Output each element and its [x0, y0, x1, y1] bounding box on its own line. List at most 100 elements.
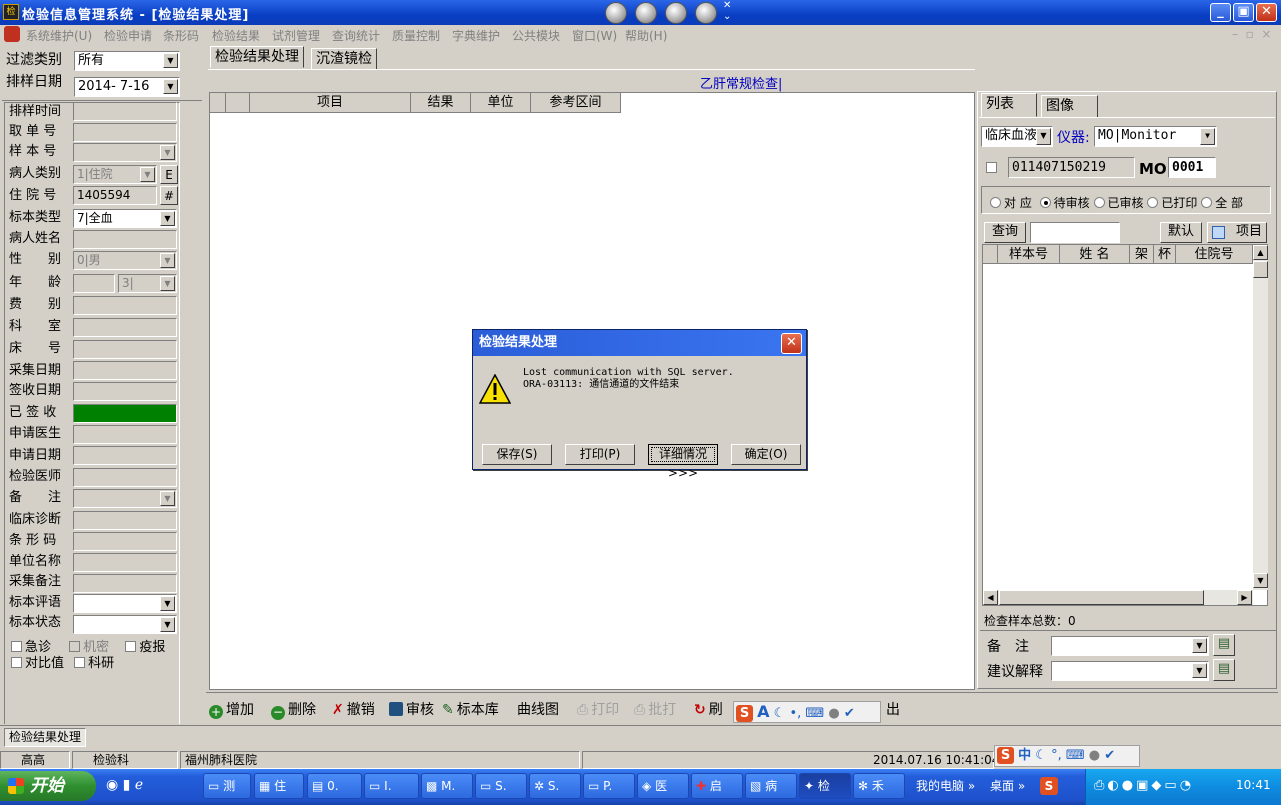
ime-user-icon[interactable]: ●: [828, 706, 839, 721]
request-doctor-field[interactable]: [73, 425, 177, 444]
start-button[interactable]: 开始: [0, 771, 96, 801]
col-item[interactable]: 项目: [250, 93, 411, 113]
patient-name-field[interactable]: [73, 230, 177, 249]
lab-doctor-field[interactable]: [73, 468, 177, 487]
chevron-down-icon[interactable]: ▼: [160, 145, 175, 160]
col-result[interactable]: 结果: [411, 93, 471, 113]
filter-type-select[interactable]: 所有 ▼: [74, 51, 180, 71]
task-7[interactable]: ✲ S.: [529, 773, 581, 799]
menu-app-icon[interactable]: [4, 26, 20, 42]
admission-no-field[interactable]: 1405594: [73, 186, 157, 205]
radio-match[interactable]: 对 应: [990, 196, 1032, 210]
sogou-tray-icon[interactable]: S: [1040, 777, 1058, 795]
admission-search-button[interactable]: #: [160, 186, 178, 205]
collect-remark-field[interactable]: [73, 574, 177, 593]
menu-result[interactable]: 检验结果: [212, 27, 260, 44]
department-field[interactable]: [73, 318, 177, 337]
menu-public[interactable]: 公共模块: [512, 27, 560, 44]
receive-date-field[interactable]: [73, 382, 177, 401]
chevron-down-icon[interactable]: ▼: [160, 276, 175, 291]
sort-time-field[interactable]: [73, 102, 177, 121]
chevron-down-icon[interactable]: ▼: [140, 167, 155, 182]
chevron-down-icon[interactable]: ▼: [160, 211, 175, 226]
float-close-icon[interactable]: ✕ ⌄: [723, 0, 731, 22]
diagnosis-field[interactable]: [73, 511, 177, 530]
ime-tool-icon[interactable]: ✔: [1104, 748, 1115, 763]
menu-qc[interactable]: 质量控制: [392, 27, 440, 44]
ime-punct-icon[interactable]: •,: [789, 706, 801, 721]
col-unit[interactable]: 单位: [471, 93, 531, 113]
scroll-down-icon[interactable]: ▼: [1253, 573, 1268, 588]
menu-help[interactable]: 帮助(H): [625, 27, 667, 44]
menu-dict[interactable]: 字典维护: [452, 27, 500, 44]
task-12-active[interactable]: ✦ 检: [799, 773, 851, 799]
task-6[interactable]: ▭ S.: [475, 773, 527, 799]
vertical-scrollbar[interactable]: ▲ ▼: [1253, 245, 1268, 590]
dialog-save-button[interactable]: 保存(S): [482, 444, 552, 465]
mdi-controls[interactable]: – ▫ ×: [1232, 27, 1271, 41]
chevron-down-icon[interactable]: ▼: [163, 79, 178, 94]
audit-button[interactable]: 审核: [389, 700, 434, 720]
task-9[interactable]: ◈ 医: [637, 773, 689, 799]
task-10[interactable]: ✚ 启: [691, 773, 743, 799]
circle-button-3-icon[interactable]: [665, 2, 687, 24]
ime-toolbar[interactable]: S A ☾ •, ⌨ ● ✔: [733, 701, 881, 723]
scroll-up-icon[interactable]: ▲: [1253, 245, 1268, 260]
h-scroll-thumb[interactable]: [999, 590, 1204, 605]
radio-printed[interactable]: 已打印: [1147, 196, 1197, 210]
task-2[interactable]: ▦ 住: [254, 773, 304, 799]
request-date-field[interactable]: [73, 446, 177, 465]
toolbar-my-pc[interactable]: 我的电脑 »: [916, 777, 975, 794]
minimize-icon[interactable]: _: [1210, 3, 1231, 22]
ql-ie-icon[interactable]: ◉: [106, 777, 118, 793]
research-checkbox[interactable]: 科研: [74, 656, 114, 671]
chevron-down-icon[interactable]: ▼: [160, 253, 175, 268]
col-rack[interactable]: 架: [1130, 245, 1154, 264]
menu-apply[interactable]: 检验申请: [104, 27, 152, 44]
scroll-thumb[interactable]: [1253, 261, 1268, 278]
task-4[interactable]: ▭ I.: [364, 773, 419, 799]
print-button[interactable]: ⎙ 打印: [577, 700, 619, 720]
query-input[interactable]: [1030, 222, 1120, 243]
fee-type-field[interactable]: [73, 296, 177, 315]
items-button[interactable]: 项目: [1207, 222, 1267, 243]
col-sample-no[interactable]: 样本号: [998, 245, 1060, 264]
circle-button-1-icon[interactable]: [605, 2, 627, 24]
batch-print-button[interactable]: ⎙ 批打: [634, 700, 676, 720]
scroll-right-icon[interactable]: ▶: [1237, 590, 1252, 605]
instrument-select[interactable]: MO|Monitor ▼: [1094, 126, 1217, 147]
sample-list[interactable]: 样本号 姓 名 架 杯 住院号 ▲ ▼ ◀ ▶: [982, 244, 1268, 606]
delete-button[interactable]: − 删除: [271, 700, 316, 720]
tab-sediment[interactable]: 沉渣镜检: [311, 48, 377, 69]
menu-system[interactable]: 系统维护(U): [26, 27, 92, 44]
scroll-left-icon[interactable]: ◀: [983, 590, 998, 605]
remark-edit-icon[interactable]: ▤: [1213, 634, 1235, 656]
age-unit-select[interactable]: 3| ▼: [118, 274, 177, 293]
ime-tool-icon[interactable]: ✔: [844, 706, 855, 721]
task-8[interactable]: ▭ P.: [583, 773, 635, 799]
specimen-comment-select[interactable]: ▼: [73, 594, 177, 613]
gender-select[interactable]: 0|男 ▼: [73, 251, 177, 270]
dialog-print-button[interactable]: 打印(P): [565, 444, 635, 465]
epidemic-checkbox[interactable]: 疫报: [125, 640, 165, 655]
collect-date-field[interactable]: [73, 361, 177, 380]
col-reference[interactable]: 参考区间: [531, 93, 621, 113]
radio-all[interactable]: 全 部: [1201, 196, 1243, 210]
advice-edit-icon[interactable]: ▤: [1213, 659, 1235, 681]
chevron-down-icon[interactable]: ▼: [163, 53, 178, 68]
patient-type-e-button[interactable]: E: [160, 165, 178, 184]
sample-code-field[interactable]: 011407150219: [1008, 157, 1135, 178]
add-button[interactable]: + 增加: [209, 700, 254, 720]
chevron-down-icon[interactable]: ▼: [160, 596, 175, 611]
sample-checkbox[interactable]: [986, 161, 1000, 176]
tray-icons[interactable]: ⎙◐●▣◆▭◔: [1094, 778, 1194, 793]
chevron-down-icon[interactable]: ▼: [1200, 128, 1215, 145]
circle-button-2-icon[interactable]: [635, 2, 657, 24]
sample-no-field[interactable]: ▼: [73, 143, 177, 162]
dialog-ok-button[interactable]: 确定(O): [731, 444, 801, 465]
ime-keyboard-icon[interactable]: ⌨: [1066, 748, 1085, 763]
menu-reagent[interactable]: 试剂管理: [272, 27, 320, 44]
unit-name-field[interactable]: [73, 553, 177, 572]
close-icon[interactable]: ✕: [1256, 3, 1277, 22]
col-cup[interactable]: 杯: [1154, 245, 1176, 264]
